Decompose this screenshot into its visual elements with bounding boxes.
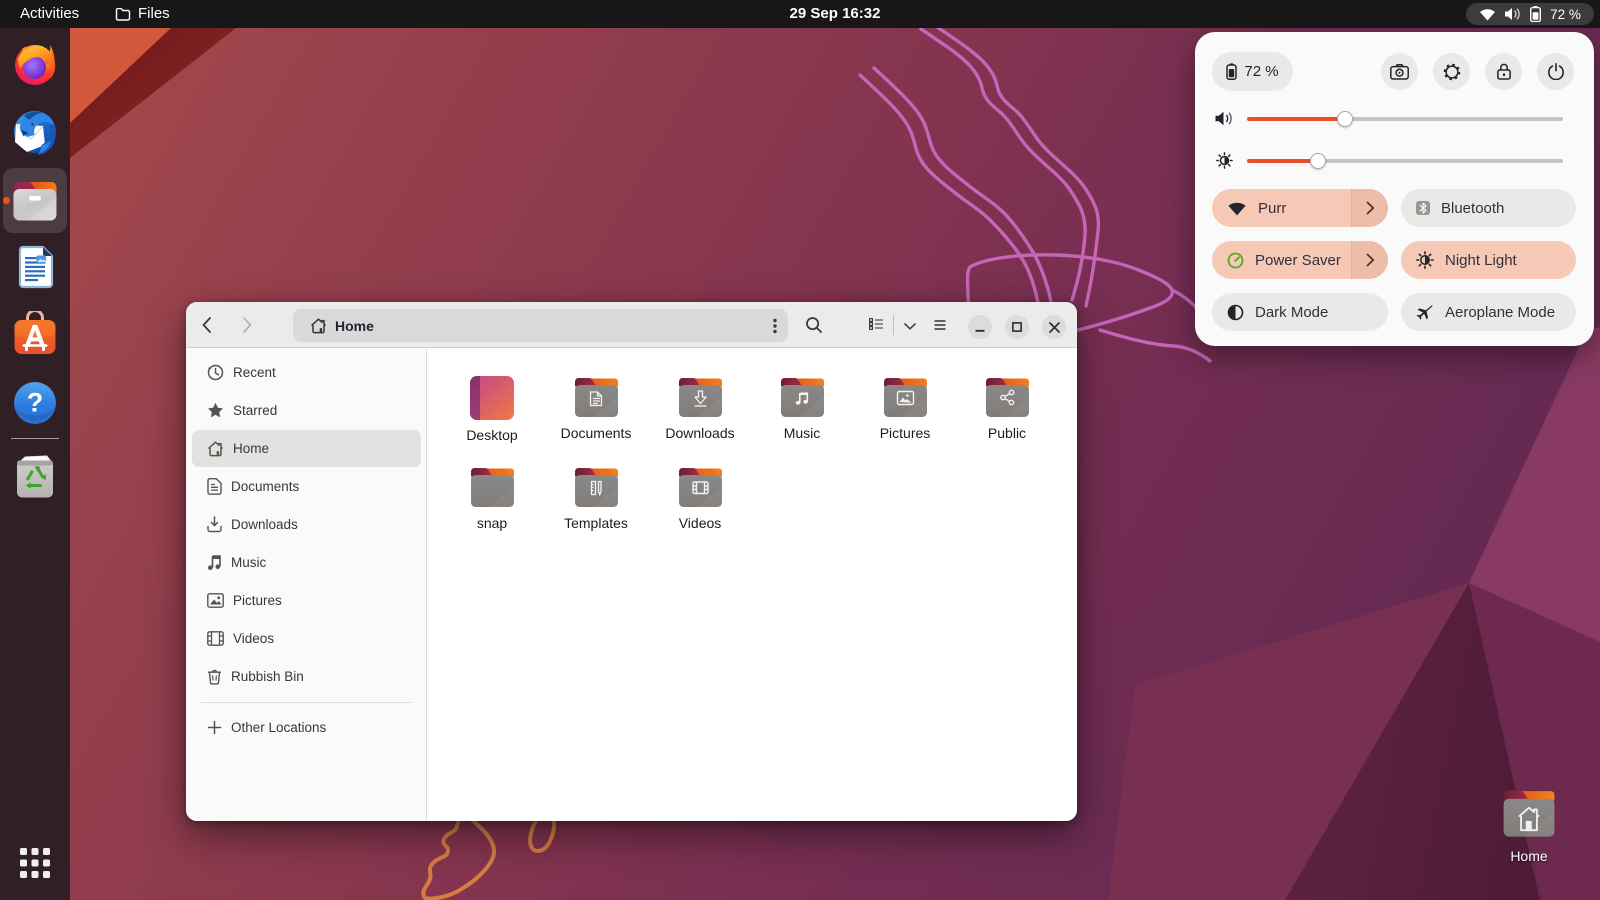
svg-text:?: ? (27, 388, 44, 418)
